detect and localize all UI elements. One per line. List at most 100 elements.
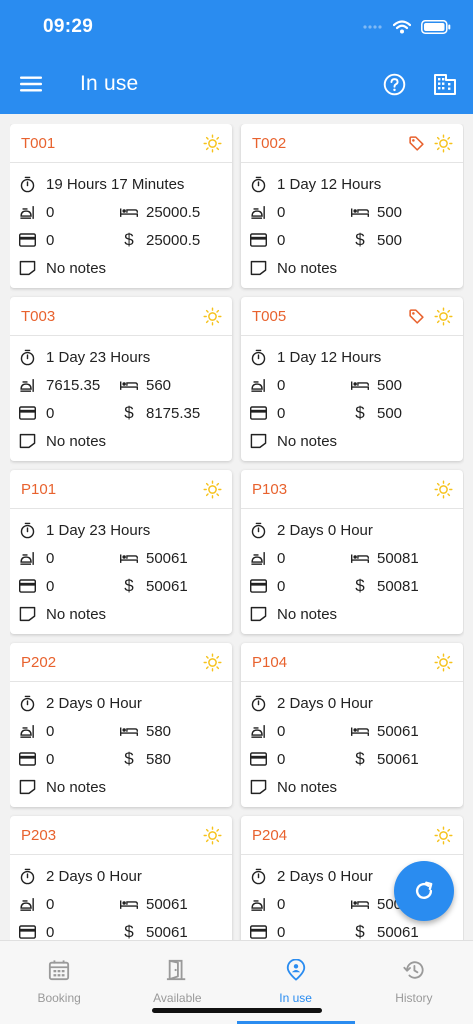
timer-icon: [251, 176, 266, 192]
room-code: P101: [21, 480, 57, 498]
total-amount: 580: [146, 750, 172, 768]
food-icon: [20, 724, 34, 738]
room-amount: 50061: [146, 549, 188, 567]
notes-row: No notes: [19, 600, 224, 628]
timer-icon: [251, 522, 266, 538]
note-icon: [19, 779, 36, 795]
card-header: P103: [241, 470, 463, 509]
notes-text: No notes: [46, 778, 107, 796]
sun-icon: [434, 306, 453, 326]
notes-text: No notes: [46, 259, 107, 277]
food-icon: [20, 551, 34, 565]
paid-amount: 0: [46, 404, 55, 422]
wifi-icon: [393, 20, 411, 34]
duration-row: 1 Day 23 Hours: [19, 343, 224, 371]
food-amount: 7615.35: [46, 376, 101, 394]
bed-icon: [120, 727, 138, 736]
payment-row: 0 $ 50061: [250, 745, 455, 773]
sun-icon: [434, 479, 453, 499]
notes-row: No notes: [250, 773, 455, 801]
bed-icon: [351, 381, 369, 390]
notes-row: No notes: [19, 773, 224, 801]
food-icon: [20, 205, 34, 219]
duration-row: 1 Day 12 Hours: [250, 170, 455, 198]
help-icon[interactable]: [383, 73, 406, 96]
notes-row: No notes: [19, 254, 224, 282]
duration-row: 2 Days 0 Hour: [250, 516, 455, 544]
food-amount: 0: [277, 722, 286, 740]
room-amount: 500: [377, 203, 403, 221]
payment-row: 0 $ 500: [250, 399, 455, 427]
bed-icon: [120, 900, 138, 909]
building-icon[interactable]: [433, 72, 457, 96]
history-icon: [403, 961, 424, 979]
total-amount: 500: [377, 404, 403, 422]
sun-icon: [203, 652, 222, 672]
duration-text: 2 Days 0 Hour: [277, 694, 373, 712]
duration-text: 19 Hours 17 Minutes: [46, 175, 185, 193]
card-header: T002: [241, 124, 463, 163]
room-amount: 50061: [146, 895, 188, 913]
sun-icon: [203, 133, 222, 153]
battery-icon: [421, 20, 451, 34]
card-icon: [19, 233, 36, 247]
card-header: T001: [10, 124, 232, 163]
sun-icon: [434, 133, 453, 153]
food-amount: 0: [46, 203, 55, 221]
food-amount: 0: [277, 549, 286, 567]
card-icon: [250, 406, 267, 420]
timer-icon: [20, 176, 35, 192]
total-amount: 500: [377, 231, 403, 249]
room-card[interactable]: T005 1 Day 12 Hours 0 500 0 $ 500 No not…: [241, 297, 463, 461]
notes-text: No notes: [277, 259, 338, 277]
nav-label: Booking: [37, 991, 81, 1005]
bed-icon: [120, 381, 138, 390]
room-card[interactable]: P103 2 Days 0 Hour 0 50081 0 $ 50081 No …: [241, 470, 463, 634]
amounts-row: 0 50061: [19, 544, 224, 572]
notes-row: No notes: [250, 254, 455, 282]
room-card[interactable]: P101 1 Day 23 Hours 0 50061 0 $ 50061 No…: [10, 470, 232, 634]
nav-booking[interactable]: Booking: [0, 941, 118, 1024]
room-card[interactable]: T003 1 Day 23 Hours 7615.35 560 0 $ 8175…: [10, 297, 232, 461]
card-icon: [19, 579, 36, 593]
nav-history[interactable]: History: [355, 941, 473, 1024]
card-icon: [19, 752, 36, 766]
payment-row: 0 $ 50061: [250, 918, 455, 940]
payment-row: 0 $ 25000.5: [19, 226, 224, 254]
sun-icon: [203, 306, 222, 326]
calendar-icon: [49, 960, 70, 981]
room-code: T003: [21, 307, 56, 325]
refresh-button[interactable]: [394, 861, 454, 921]
total-amount: 50061: [377, 923, 419, 941]
bed-icon: [120, 554, 138, 563]
dollar-icon: $: [355, 922, 365, 940]
duration-row: 2 Days 0 Hour: [250, 689, 455, 717]
card-header: P203: [10, 816, 232, 855]
room-card[interactable]: P104 2 Days 0 Hour 0 50061 0 $ 50061 No …: [241, 643, 463, 807]
menu-button[interactable]: [0, 62, 62, 106]
toolbar: In use: [0, 62, 473, 106]
amounts-row: 0 50081: [250, 544, 455, 572]
notes-row: No notes: [250, 600, 455, 628]
room-code: P104: [252, 653, 288, 671]
notes-row: No notes: [250, 427, 455, 455]
food-icon: [251, 724, 265, 738]
room-code: P103: [252, 480, 288, 498]
card-header: T003: [10, 297, 232, 336]
timer-icon: [251, 349, 266, 365]
card-icon: [250, 233, 267, 247]
duration-text: 1 Day 12 Hours: [277, 175, 382, 193]
dollar-icon: $: [355, 403, 365, 422]
room-card[interactable]: P202 2 Days 0 Hour 0 580 0 $ 580 No note…: [10, 643, 232, 807]
notes-row: No notes: [19, 427, 224, 455]
note-icon: [250, 779, 267, 795]
room-card[interactable]: T002 1 Day 12 Hours 0 500 0 $ 500 No not…: [241, 124, 463, 288]
room-card[interactable]: T001 19 Hours 17 Minutes 0 25000.5 0 $ 2…: [10, 124, 232, 288]
timer-icon: [20, 349, 35, 365]
duration-row: 1 Day 23 Hours: [19, 516, 224, 544]
refresh-icon: [415, 881, 433, 900]
food-icon: [251, 897, 265, 911]
room-card[interactable]: P203 2 Days 0 Hour 0 50061 0 $ 50061: [10, 816, 232, 940]
bed-icon: [351, 900, 369, 909]
duration-text: 2 Days 0 Hour: [46, 867, 142, 885]
